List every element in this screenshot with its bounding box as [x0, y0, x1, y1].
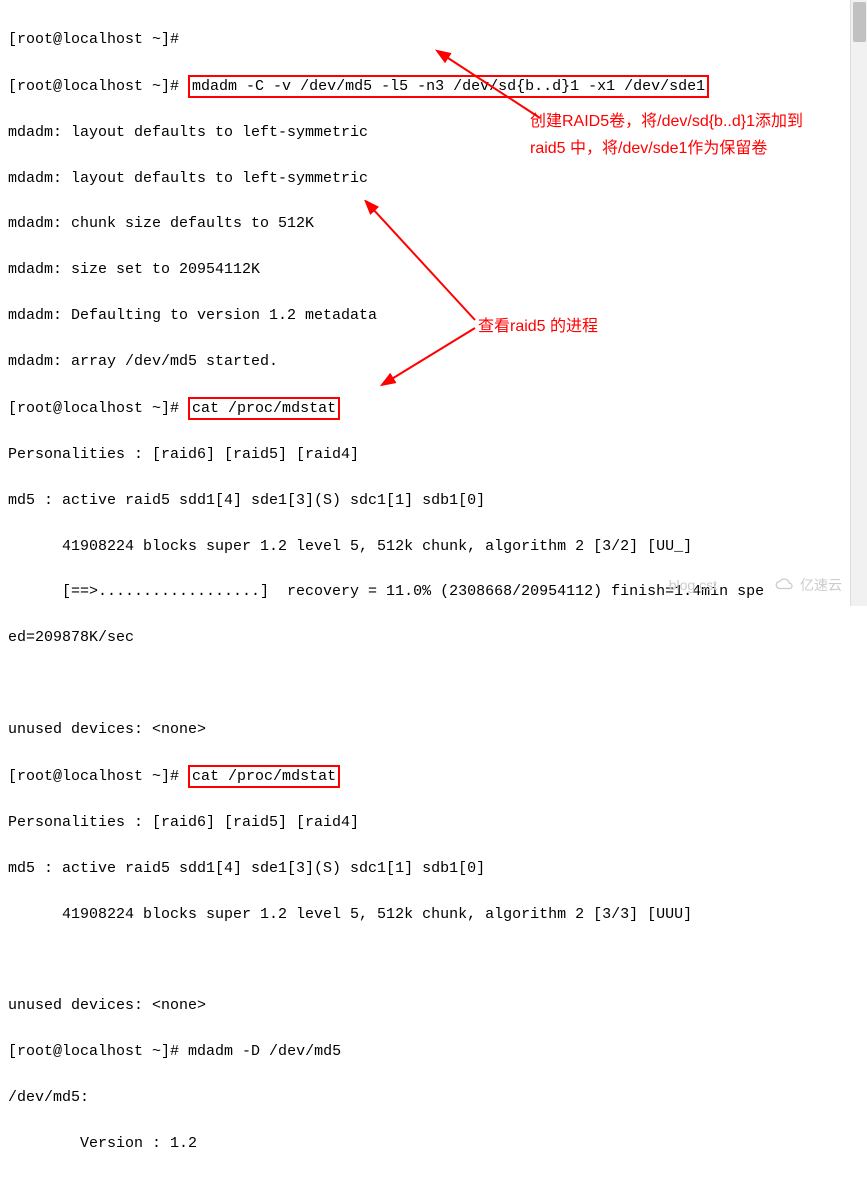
output-line: mdadm: layout defaults to left-symmetric [8, 168, 859, 191]
prompt: [root@localhost ~]# [8, 400, 179, 417]
vertical-scrollbar[interactable] [850, 0, 867, 606]
watermark-blog: blog.cst [669, 575, 717, 596]
prompt: [root@localhost ~]# [8, 31, 179, 48]
watermark-yisu: 亿速云 [774, 575, 842, 596]
output-md5-status: md5 : active raid5 sdd1[4] sde1[3](S) sd… [8, 858, 859, 881]
terminal-output: [root@localhost ~]# [root@localhost ~]# … [8, 6, 859, 1179]
output-blocks: 41908224 blocks super 1.2 level 5, 512k … [8, 536, 859, 559]
output-recovery-wrap: ed=209878K/sec [8, 627, 859, 650]
output-line: mdadm: chunk size defaults to 512K [8, 213, 859, 236]
output-line: mdadm: array /dev/md5 started. [8, 351, 859, 374]
command-cat-mdstat-1: cat /proc/mdstat [188, 397, 340, 421]
prompt: [root@localhost ~]# [8, 1043, 179, 1060]
annotation-create-raid: 创建RAID5卷，将/dev/sd{b..d}1添加到raid5 中，将/dev… [530, 108, 830, 162]
output-md5-status: md5 : active raid5 sdd1[4] sde1[3](S) sd… [8, 490, 859, 513]
output-blocks: 41908224 blocks super 1.2 level 5, 512k … [8, 904, 859, 927]
cloud-icon [774, 578, 796, 592]
output-recovery: [==>..................] recovery = 11.0%… [8, 581, 859, 604]
output-personalities: Personalities : [raid6] [raid5] [raid4] [8, 444, 859, 467]
output-version: Version : 1.2 [8, 1133, 859, 1156]
output-line: mdadm: size set to 20954112K [8, 259, 859, 282]
output-line: mdadm: Defaulting to version 1.2 metadat… [8, 305, 859, 328]
prompt: [root@localhost ~]# [8, 78, 179, 95]
prompt: [root@localhost ~]# [8, 768, 179, 785]
annotation-view-progress: 查看raid5 的进程 [478, 313, 598, 340]
scrollbar-thumb[interactable] [853, 2, 866, 42]
output-unused: unused devices: <none> [8, 995, 859, 1018]
command-mdadm-detail: mdadm -D /dev/md5 [188, 1043, 341, 1060]
output-unused: unused devices: <none> [8, 719, 859, 742]
command-cat-mdstat-2: cat /proc/mdstat [188, 765, 340, 789]
command-mdadm-create: mdadm -C -v /dev/md5 -l5 -n3 /dev/sd{b..… [188, 75, 709, 99]
output-personalities: Personalities : [raid6] [raid5] [raid4] [8, 812, 859, 835]
output-device: /dev/md5: [8, 1087, 859, 1110]
